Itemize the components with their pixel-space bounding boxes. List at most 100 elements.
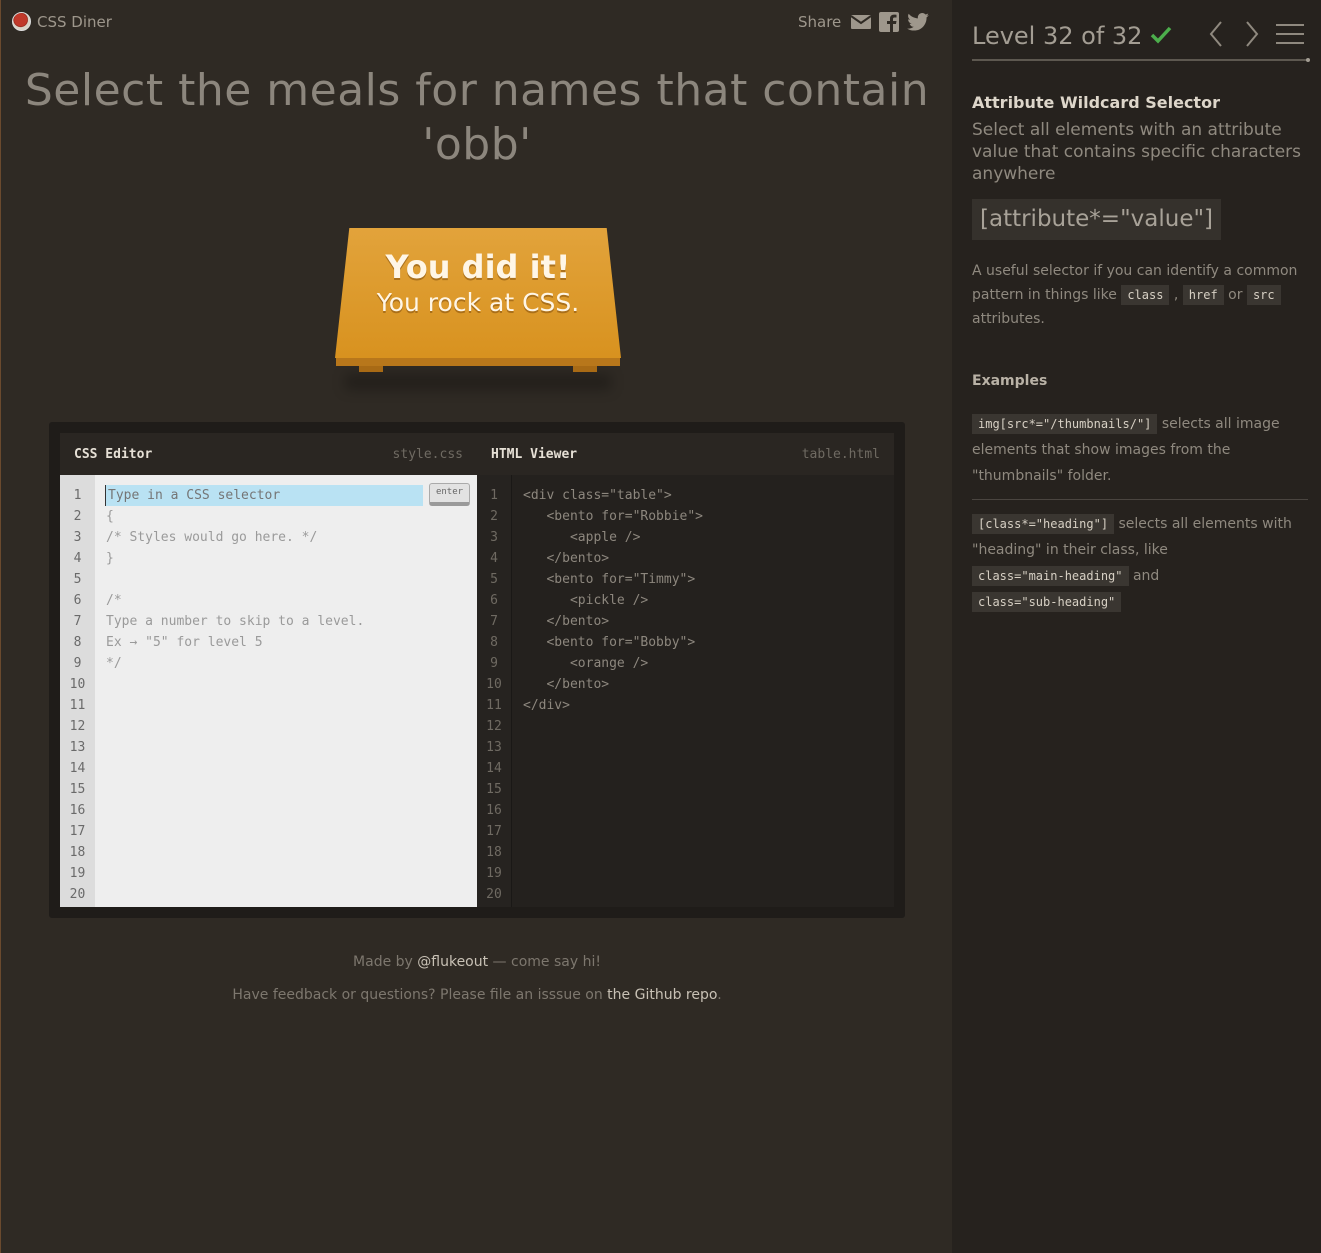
html-line-numbers: 1 2 3 4 5 6 7 8 9 10 11 12 13 14 15 16 17 18 19 20: [477, 475, 512, 907]
example-2-code-main: class="main-heading": [972, 566, 1129, 586]
line-number: 8: [73, 635, 82, 650]
css-editor-header: CSS Editor style.css: [60, 433, 477, 475]
line-number: 12: [69, 719, 86, 734]
line-number: 1: [490, 488, 498, 503]
line-number: 1: [73, 488, 82, 503]
level-progress-end: [1306, 58, 1310, 62]
html-viewer-filename: table.html: [801, 446, 880, 462]
example-2-code: [class*="heading"]: [972, 514, 1115, 534]
line-number: 10: [69, 677, 86, 692]
css-code-line: Ex → "5" for level 5: [106, 635, 263, 650]
line-number: 5: [490, 572, 498, 587]
plate-shadow: [345, 374, 611, 390]
hint-sep-1: ,: [1169, 287, 1183, 303]
previous-level-button[interactable]: [1200, 20, 1232, 52]
line-number: 18: [486, 845, 502, 860]
completed-check-icon: [1150, 22, 1172, 50]
line-number: 2: [490, 509, 498, 524]
css-selector-input[interactable]: [105, 485, 423, 506]
line-number: 19: [486, 866, 502, 881]
hint-sep-2: or: [1223, 287, 1247, 303]
level-sidebar: Level 32 of 32 Attribute Wildcard Select…: [952, 0, 1321, 1253]
line-number: 9: [490, 656, 498, 671]
example-1-code: img[src*="/thumbnails/"]: [972, 414, 1158, 434]
app-logo[interactable]: CSS Diner: [12, 12, 112, 31]
line-number: 16: [69, 803, 86, 818]
html-code-line: </bento>: [523, 677, 610, 692]
line-number: 7: [73, 614, 82, 629]
line-number: 14: [69, 761, 86, 776]
html-code-line: <orange />: [523, 656, 649, 671]
html-code-line: </div>: [523, 698, 570, 713]
line-number: 10: [486, 677, 502, 692]
css-code-line: */: [106, 656, 122, 671]
html-viewer-header: HTML Viewer table.html: [477, 433, 894, 475]
order-line-1: Select the meals for names that contain: [24, 65, 930, 116]
line-number: 6: [73, 593, 82, 608]
line-number: 3: [490, 530, 498, 545]
line-number: 20: [486, 887, 502, 902]
share-bar: Share: [798, 12, 930, 32]
editor-frame: CSS Editor style.css HTML Viewer table.h…: [49, 422, 905, 918]
twitter-icon[interactable]: [907, 13, 930, 31]
examples-divider: [972, 499, 1308, 500]
example-2: [class*="heading"] selects all elements …: [972, 511, 1308, 615]
order-instruction: Select the meals for names that contain …: [1, 64, 953, 172]
hint-text-suffix: attributes.: [972, 311, 1045, 327]
example-1: img[src*="/thumbnails/"] selects all ima…: [972, 411, 1308, 489]
selector-description: Select all elements with an attribute va…: [972, 120, 1302, 184]
footer-feedback-prefix: Have feedback or questions? Please file …: [232, 987, 608, 1003]
line-number: 15: [69, 782, 86, 797]
win-plate: You did it! You rock at CSS.: [335, 228, 621, 390]
footer-credit: Made by @flukeout — come say hi!: [1, 954, 953, 970]
line-number: 2: [73, 509, 82, 524]
level-label: Level 32 of 32: [972, 22, 1143, 50]
selector-syntax: [attribute*="value"]: [972, 199, 1222, 240]
line-number: 11: [69, 698, 86, 713]
line-number: 18: [69, 845, 86, 860]
html-code-line: </bento>: [523, 551, 610, 566]
line-number: 12: [486, 719, 502, 734]
line-number: 6: [490, 593, 498, 608]
css-code: {/* Styles would go here. */} /* Type a nu…: [106, 485, 469, 674]
css-editor-title: CSS Editor: [74, 446, 153, 462]
html-code-line: <pickle />: [523, 593, 649, 608]
level-menu-button[interactable]: [1274, 20, 1306, 52]
html-code: <div class="table"> <bento for="Robbie">…: [523, 485, 886, 716]
footer-credit-suffix: — come say hi!: [488, 954, 601, 970]
css-code-line: [106, 569, 469, 590]
line-number: 4: [73, 551, 82, 566]
author-link[interactable]: @flukeout: [417, 954, 488, 970]
example-2-text-b: and: [1128, 568, 1160, 584]
chevron-right-icon: [1245, 21, 1259, 51]
github-repo-link[interactable]: the Github repo: [607, 987, 717, 1003]
hint-chip-class: class: [1121, 285, 1170, 305]
example-2-code-sub: class="sub-heading": [972, 592, 1122, 612]
order-line-2: 'obb': [422, 119, 532, 170]
level-indicator[interactable]: Level 32 of 32: [972, 22, 1172, 50]
css-line-numbers: 1 2 3 4 5 6 7 8 9 10 11 12 13 14 15 16 17 18 19 20: [60, 475, 95, 907]
html-code-line: </bento>: [523, 614, 610, 629]
email-icon[interactable]: [851, 14, 872, 30]
line-number: 3: [73, 530, 82, 545]
html-viewer-title: HTML Viewer: [491, 446, 578, 462]
css-code-line: /*: [106, 593, 122, 608]
enter-button[interactable]: enter: [429, 483, 470, 506]
facebook-icon[interactable]: [879, 12, 900, 32]
footer-credit-prefix: Made by: [353, 954, 418, 970]
line-number: 13: [486, 740, 502, 755]
selector-hint: A useful selector if you can identify a …: [972, 259, 1302, 331]
line-number: 7: [490, 614, 498, 629]
hint-chip-href: href: [1182, 285, 1224, 305]
css-code-line: /* Styles would go here. */: [106, 530, 318, 545]
examples-title: Examples: [972, 373, 1048, 389]
logo-icon: [12, 12, 31, 31]
html-code-line: <bento for="Timmy">: [523, 572, 696, 587]
selector-name: Attribute Wildcard Selector: [972, 93, 1220, 112]
win-message-title: You did it!: [385, 248, 571, 286]
next-level-button[interactable]: [1236, 20, 1268, 52]
line-number: 13: [69, 740, 86, 755]
game-area: CSS Diner Share Select the meals for nam…: [0, 0, 952, 1253]
line-number: 17: [69, 824, 86, 839]
css-editor-filename: style.css: [392, 446, 463, 462]
